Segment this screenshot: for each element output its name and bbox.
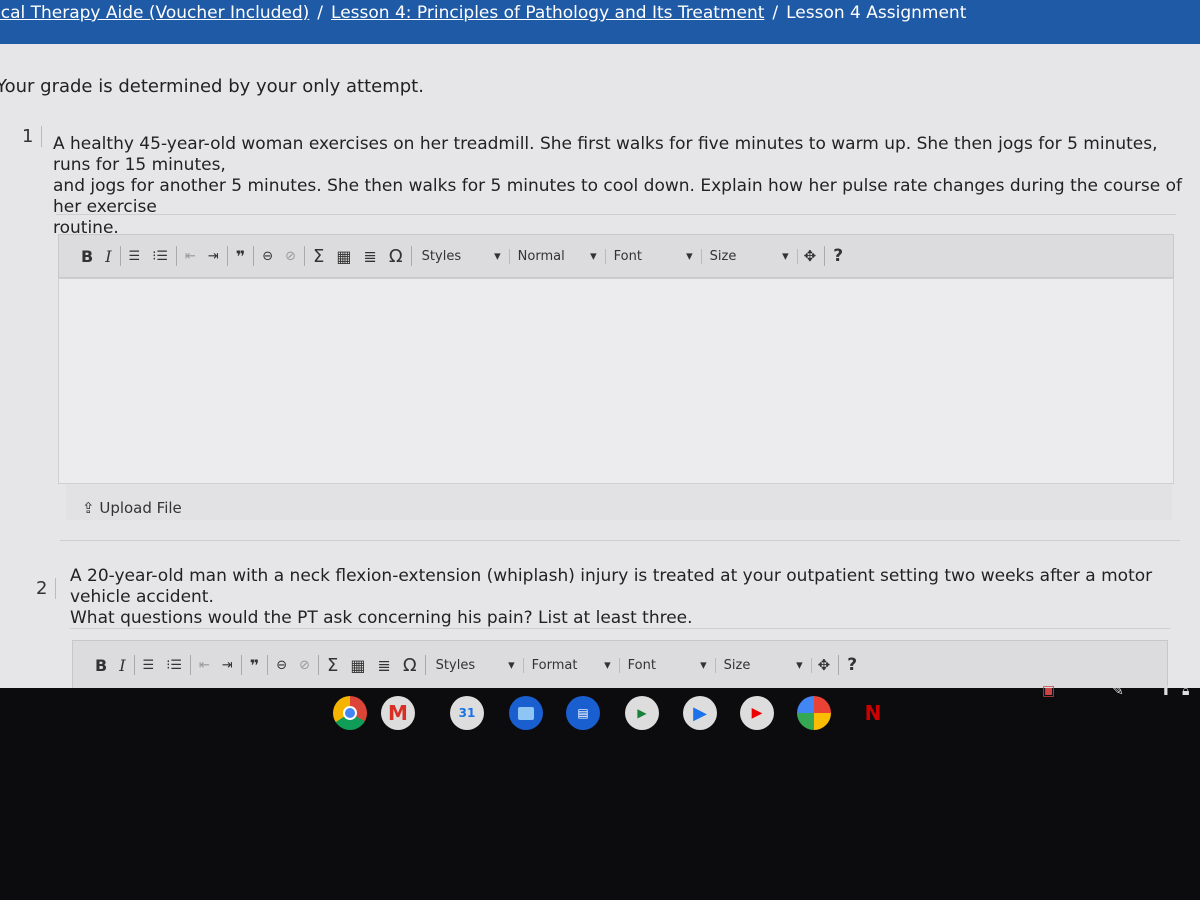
- chrome-icon[interactable]: [333, 696, 367, 730]
- help-button[interactable]: ?: [841, 655, 863, 675]
- messages-icon[interactable]: ▤: [566, 696, 600, 730]
- breadcrumb-course-link[interactable]: ical Therapy Aide (Voucher Included): [0, 3, 309, 23]
- unlink-icon[interactable]: ⊘: [279, 249, 302, 264]
- breadcrumb: ical Therapy Aide (Voucher Included) / Les…: [0, 0, 1200, 44]
- size-dropdown[interactable]: Size ▾: [716, 657, 812, 673]
- question-text: A 20-year-old man with a neck flexion-ex…: [70, 566, 1200, 629]
- youtube-icon[interactable]: ▶: [740, 696, 774, 730]
- numbered-list-icon[interactable]: ☰: [137, 658, 161, 673]
- equation-button[interactable]: Σ: [321, 655, 344, 676]
- question-line: and jogs for another 5 minutes. She then…: [53, 176, 1183, 217]
- update-icon[interactable]: ⬆: [1160, 683, 1172, 699]
- files-icon[interactable]: [509, 696, 543, 730]
- outdent-icon[interactable]: ⇤: [179, 249, 202, 264]
- italic-button[interactable]: I: [99, 247, 117, 266]
- special-char-button[interactable]: Ω: [397, 655, 423, 676]
- format-dropdown[interactable]: Format ▾: [524, 657, 620, 673]
- horizontal-line-icon[interactable]: ≣: [358, 247, 383, 266]
- editor-toolbar: B I ☰ ⁝☰ ⇤ ⇥ ❞ ⊖ ⊘ Σ ▦ ≣ Ω Styles ▾ Normal ▾ …: [58, 234, 1174, 278]
- help-button[interactable]: ?: [827, 246, 849, 266]
- calendar-icon[interactable]: 31: [450, 696, 484, 730]
- play-store-icon[interactable]: ▶: [683, 696, 717, 730]
- link-icon[interactable]: ⊖: [256, 249, 279, 264]
- blockquote-button[interactable]: ❞: [230, 247, 251, 266]
- bulleted-list-icon[interactable]: ⁝☰: [160, 658, 188, 673]
- page: ical Therapy Aide (Voucher Included) / Les…: [0, 0, 1200, 688]
- breadcrumb-current: Lesson 4 Assignment: [786, 3, 967, 23]
- link-icon[interactable]: ⊖: [270, 658, 293, 673]
- maximize-icon[interactable]: ✥: [812, 656, 837, 674]
- breadcrumb-separator: /: [317, 3, 324, 23]
- styles-dropdown[interactable]: Styles ▾: [414, 248, 510, 264]
- question-line: What questions would the PT ask concerni…: [70, 608, 693, 628]
- gmail-icon[interactable]: M: [381, 696, 415, 730]
- stylus-icon[interactable]: ✎: [1112, 683, 1124, 699]
- equation-button[interactable]: Σ: [307, 246, 330, 267]
- special-char-button[interactable]: Ω: [383, 246, 409, 267]
- upload-area: ⇪ Upload File: [66, 484, 1172, 520]
- bulleted-list-icon[interactable]: ⁝☰: [146, 249, 174, 264]
- editor-toolbar-2: B I ☰ ⁝☰ ⇤ ⇥ ❞ ⊖ ⊘ Σ ▦ ≣ Ω Styles ▾ Format ▾ …: [72, 640, 1168, 688]
- wifi-lock-icon[interactable]: 🔒︎: [1182, 683, 1189, 699]
- photos-icon[interactable]: [797, 696, 831, 730]
- screen-record-icon[interactable]: ▣: [1042, 683, 1055, 699]
- question-line: A 20-year-old man with a neck flexion-ex…: [70, 566, 1153, 607]
- breadcrumb-lesson-link[interactable]: Lesson 4: Principles of Pathology and It…: [331, 3, 764, 23]
- table-icon[interactable]: ▦: [344, 656, 371, 675]
- meet-icon[interactable]: ▶: [625, 696, 659, 730]
- maximize-icon[interactable]: ✥: [798, 247, 823, 265]
- font-dropdown[interactable]: Font ▾: [606, 248, 702, 264]
- outdent-icon[interactable]: ⇤: [193, 658, 216, 673]
- question-number: 1: [22, 126, 43, 147]
- blockquote-button[interactable]: ❞: [244, 656, 265, 675]
- horizontal-line-icon[interactable]: ≣: [372, 656, 397, 675]
- bold-button[interactable]: B: [89, 656, 113, 675]
- upload-file-button[interactable]: ⇪ Upload File: [82, 499, 182, 517]
- indent-icon[interactable]: ⇥: [202, 249, 225, 264]
- font-dropdown[interactable]: Font ▾: [620, 657, 716, 673]
- question-number: 2: [36, 578, 57, 599]
- size-dropdown[interactable]: Size ▾: [702, 248, 798, 264]
- table-icon[interactable]: ▦: [330, 247, 357, 266]
- indent-icon[interactable]: ⇥: [216, 658, 239, 673]
- numbered-list-icon[interactable]: ☰: [123, 249, 147, 264]
- bold-button[interactable]: B: [75, 247, 99, 266]
- styles-dropdown[interactable]: Styles ▾: [428, 657, 524, 673]
- unlink-icon[interactable]: ⊘: [293, 658, 316, 673]
- breadcrumb-separator: /: [772, 3, 779, 23]
- grade-note: Your grade is determined by your only at…: [0, 76, 424, 97]
- italic-button[interactable]: I: [113, 656, 131, 675]
- os-shelf: [0, 688, 1200, 900]
- netflix-icon[interactable]: N: [856, 696, 890, 730]
- question-text: A healthy 45-year-old woman exercises on…: [53, 134, 1200, 239]
- question-line: A healthy 45-year-old woman exercises on…: [53, 134, 1158, 175]
- format-dropdown[interactable]: Normal ▾: [510, 248, 606, 264]
- answer-editor[interactable]: [58, 278, 1174, 484]
